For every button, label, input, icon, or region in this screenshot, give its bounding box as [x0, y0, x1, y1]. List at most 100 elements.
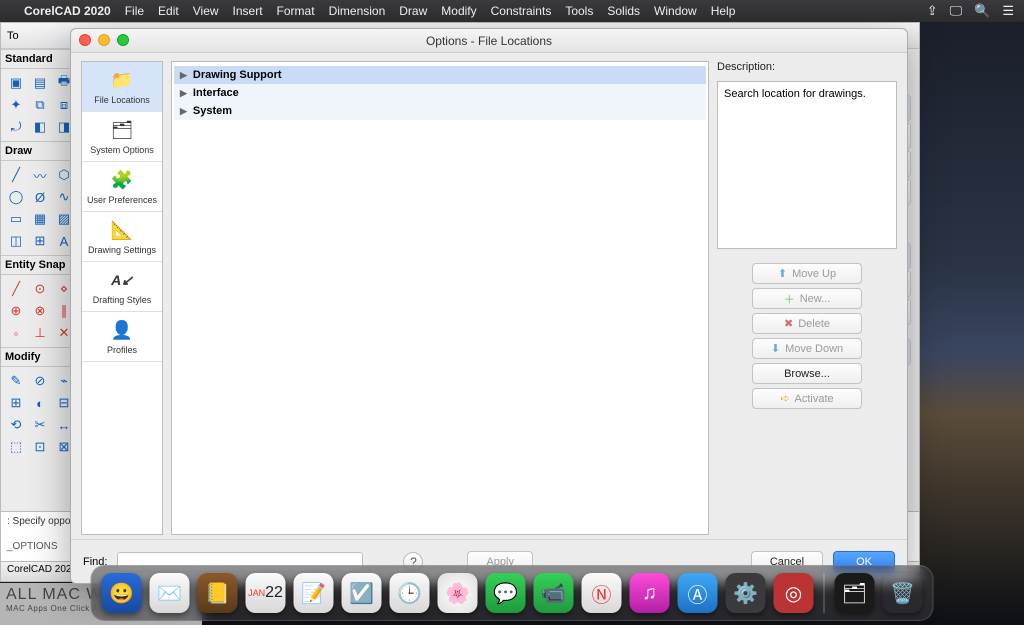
dock-app-contacts[interactable]: 📒 [198, 573, 238, 613]
tool-icon[interactable]: ⊗ [29, 301, 51, 321]
dock-app-photos[interactable]: 🌸 [438, 573, 478, 613]
menu-solids[interactable]: Solids [607, 4, 640, 18]
activate-button: ➪Activate [752, 388, 862, 409]
share-icon[interactable]: ⇪ [927, 3, 938, 19]
profile-icon: 👤 [108, 319, 136, 343]
close-icon[interactable] [79, 34, 91, 46]
tool-icon[interactable]: ▣ [5, 73, 27, 93]
disclosure-triangle-icon[interactable]: ▶ [180, 70, 187, 81]
tree-item-system[interactable]: ▶ System [174, 102, 706, 120]
zoom-icon[interactable] [117, 34, 129, 46]
toolbox-column: Standard ▣▤🖶 ✦⧉⧈ ⤾◧◨ Draw ╱〰⬡ ◯Ø∿ ▭▦▨ ◫⊞… [1, 49, 71, 531]
menu-constraints[interactable]: Constraints [491, 4, 552, 18]
toolbox-modify-header: Modify [1, 347, 70, 367]
tool-icon[interactable]: ⊘ [29, 371, 51, 391]
menu-draw[interactable]: Draw [399, 4, 427, 18]
category-drawing-settings[interactable]: 📐 Drawing Settings [82, 212, 162, 262]
tool-icon[interactable]: ╱ [5, 279, 27, 299]
menu-file[interactable]: File [125, 4, 144, 18]
folder-icon: 📁 [108, 69, 136, 93]
tool-icon[interactable]: ◧ [29, 117, 51, 137]
tool-icon[interactable]: ⊙ [29, 279, 51, 299]
tool-icon[interactable]: Ø [29, 187, 51, 207]
tool-icon[interactable]: ▤ [29, 73, 51, 93]
dock-trash[interactable]: 🗑️ [883, 573, 923, 613]
dock-app-finder[interactable]: 😀 [102, 573, 142, 613]
tree-item-drawing-support[interactable]: ▶ Drawing Support [174, 66, 706, 84]
toolbox-draw-header: Draw [1, 141, 70, 161]
dock-app-clock[interactable]: 🕒 [390, 573, 430, 613]
tool-icon[interactable]: ⊕ [5, 301, 27, 321]
dock-folder[interactable]: 🗂 [835, 573, 875, 613]
tool-icon[interactable]: ⤾ [5, 117, 27, 137]
activate-icon: ➪ [780, 392, 789, 405]
delete-button: ✖Delete [752, 313, 862, 334]
tool-icon[interactable]: ◫ [5, 231, 27, 251]
description-text: Search location for drawings. [717, 81, 897, 249]
category-user-preferences[interactable]: 🧩 User Preferences [82, 162, 162, 212]
tool-icon[interactable]: ◐ [29, 393, 51, 413]
dock-app-mail[interactable]: ✉️ [150, 573, 190, 613]
dock-separator [824, 573, 825, 613]
dock-app-news[interactable]: Ⓝ [582, 573, 622, 613]
tool-icon[interactable]: ▦ [29, 209, 51, 229]
tool-icon[interactable]: ⊥ [29, 323, 51, 343]
dock-app-appstore[interactable]: Ⓐ [678, 573, 718, 613]
menu-tools[interactable]: Tools [565, 4, 593, 18]
menu-format[interactable]: Format [277, 4, 315, 18]
tool-icon[interactable]: ✂ [29, 415, 51, 435]
category-system-options[interactable]: 🗂 System Options [82, 112, 162, 162]
options-category-sidebar: 📁 File Locations 🗂 System Options 🧩 User… [81, 61, 163, 535]
arrow-down-icon: ⬇ [771, 342, 780, 355]
menu-window[interactable]: Window [654, 4, 697, 18]
displays-icon[interactable]: 🖵 [950, 3, 963, 19]
dock-app-notes[interactable]: 📝 [294, 573, 334, 613]
disclosure-triangle-icon[interactable]: ▶ [180, 88, 187, 99]
dock-app-calendar[interactable]: JAN22 [246, 573, 286, 613]
menu-view[interactable]: View [193, 4, 219, 18]
tool-icon[interactable]: ╱ [5, 165, 27, 185]
options-tree[interactable]: ▶ Drawing Support ▶ Interface ▶ System [171, 61, 709, 535]
tool-icon[interactable]: 〰 [29, 165, 51, 185]
tool-icon[interactable]: ⟲ [5, 415, 27, 435]
system-icon: 🗂 [108, 119, 136, 143]
menu-insert[interactable]: Insert [233, 4, 263, 18]
tool-icon[interactable]: ⧉ [29, 95, 51, 115]
tool-icon[interactable]: ◯ [5, 187, 27, 207]
menu-dimension[interactable]: Dimension [329, 4, 386, 18]
tool-icon[interactable]: ⊡ [29, 437, 51, 457]
browse-button[interactable]: Browse... [752, 363, 862, 384]
tool-icon[interactable]: ◦ [5, 323, 27, 343]
menu-modify[interactable]: Modify [441, 4, 476, 18]
tool-icon[interactable]: ✦ [5, 95, 27, 115]
delete-icon: ✖ [784, 317, 793, 330]
tool-icon[interactable]: ✎ [5, 371, 27, 391]
menu-edit[interactable]: Edit [158, 4, 179, 18]
dialog-titlebar[interactable]: Options - File Locations [71, 29, 907, 53]
category-drafting-styles[interactable]: A↙ Drafting Styles [82, 262, 162, 312]
category-file-locations[interactable]: 📁 File Locations [82, 62, 162, 112]
tool-icon[interactable]: ▭ [5, 209, 27, 229]
dock-app-settings[interactable]: ⚙️ [726, 573, 766, 613]
description-label: Description: [717, 61, 897, 73]
tool-icon[interactable]: ⬚ [5, 437, 27, 457]
tree-item-interface[interactable]: ▶ Interface [174, 84, 706, 102]
dock-app-messages[interactable]: 💬 [486, 573, 526, 613]
dock-app-music[interactable]: ♫ [630, 573, 670, 613]
dock-app-facetime[interactable]: 📹 [534, 573, 574, 613]
menu-help[interactable]: Help [711, 4, 736, 18]
minimize-icon[interactable] [98, 34, 110, 46]
category-profiles[interactable]: 👤 Profiles [82, 312, 162, 362]
move-down-button: ⬇Move Down [752, 338, 862, 359]
dock-app-corelcad[interactable]: ◎ [774, 573, 814, 613]
spotlight-icon[interactable]: 🔍 [974, 3, 990, 19]
disclosure-triangle-icon[interactable]: ▶ [180, 106, 187, 117]
tool-icon[interactable]: ⊞ [5, 393, 27, 413]
tool-icon[interactable]: ⊞ [29, 231, 51, 251]
toolbox-standard-header: Standard [1, 49, 70, 69]
desktop: To Standard ▣▤🖶 ✦⧉⧈ ⤾◧◨ Draw ╱〰⬡ ◯Ø∿ ▭▦▨… [0, 22, 1024, 625]
control-center-icon[interactable]: ☰ [1002, 3, 1014, 19]
app-name[interactable]: CorelCAD 2020 [24, 4, 111, 18]
preferences-icon: 🧩 [108, 169, 136, 193]
dock-app-reminders[interactable]: ☑️ [342, 573, 382, 613]
